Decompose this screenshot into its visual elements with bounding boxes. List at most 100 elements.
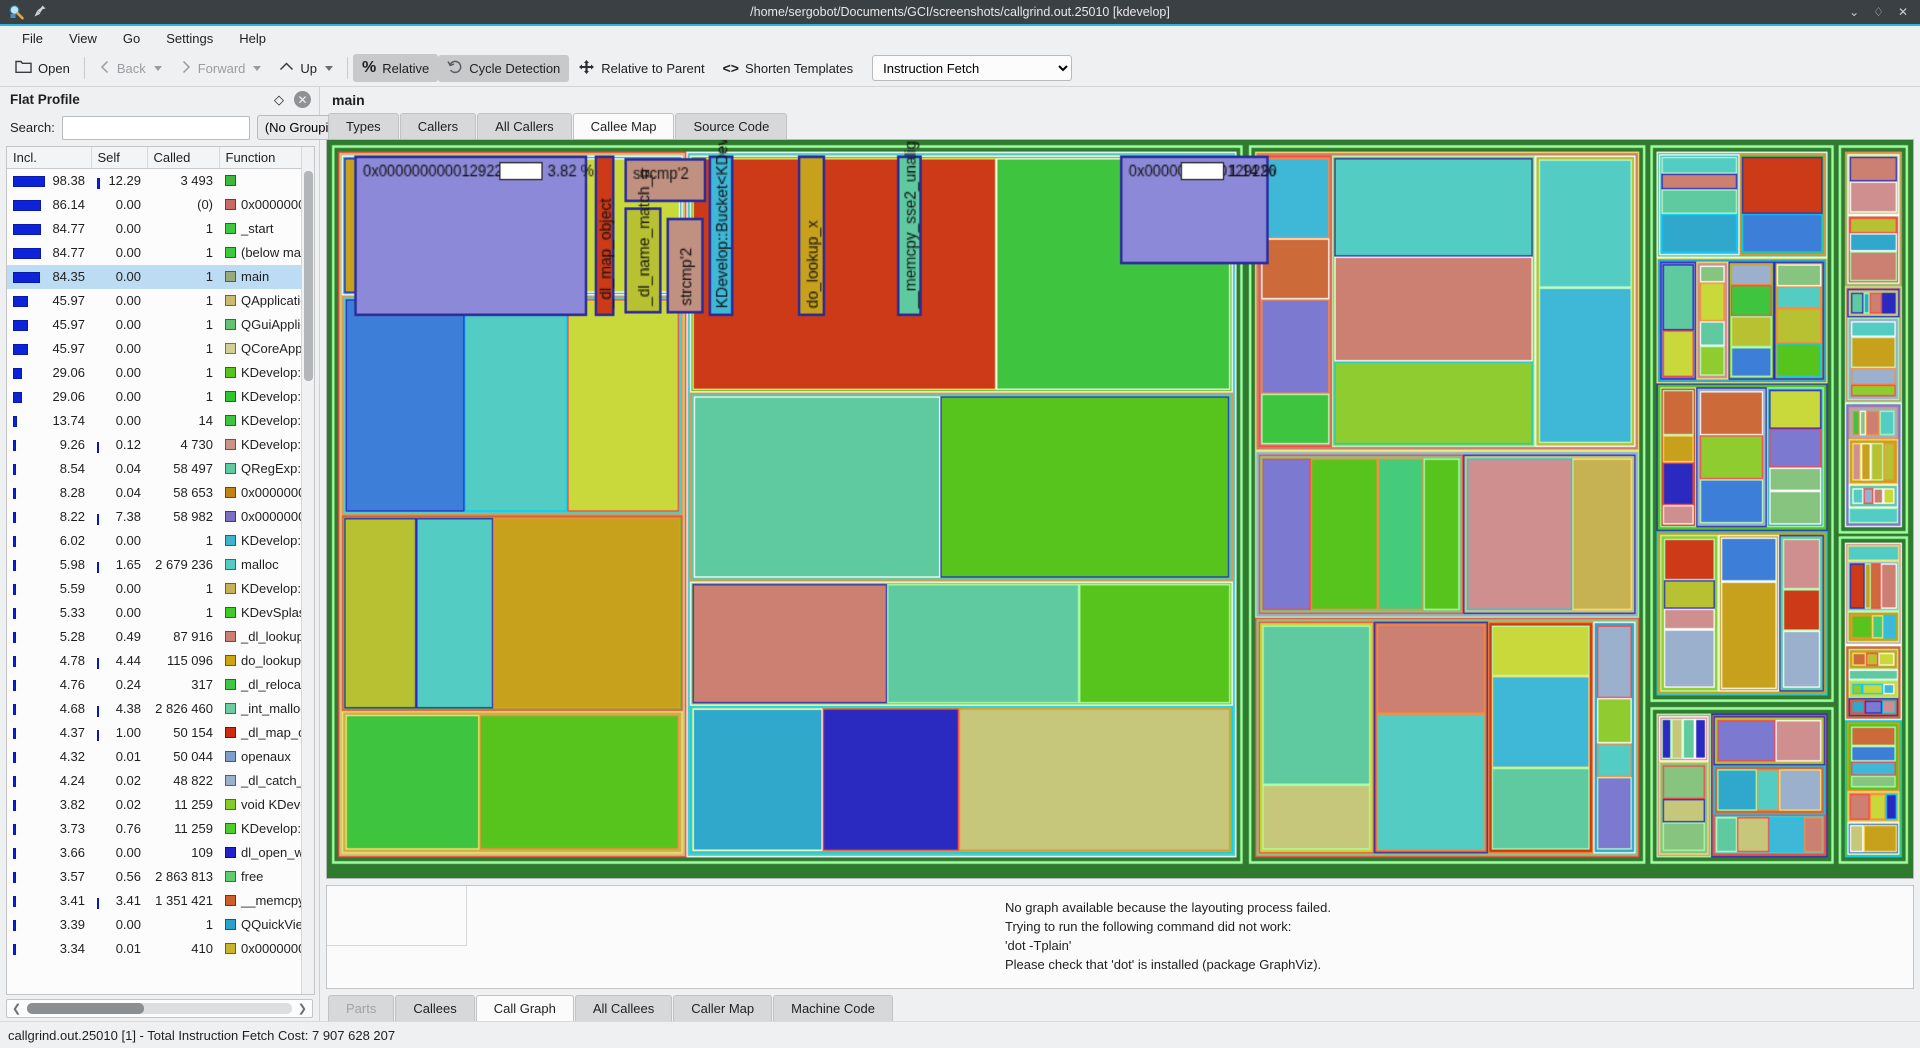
cell-function: void KDeve: [219, 793, 314, 817]
treemap-canvas[interactable]: [327, 140, 1913, 878]
table-row[interactable]: 29.060.001KDevelop::: [7, 361, 314, 385]
column-header-incl[interactable]: Incl.: [7, 147, 91, 169]
tab-callers[interactable]: Callers: [400, 113, 476, 139]
tab-callee-map[interactable]: Callee Map: [573, 113, 675, 139]
chevron-right-icon[interactable]: ❯: [295, 1002, 310, 1015]
table-row[interactable]: 8.280.0458 6530x0000000: [7, 481, 314, 505]
chevron-left-icon[interactable]: ❮: [9, 1002, 24, 1015]
main-content: Flat Profile ◇ ✕ Search: (No Grouping) I…: [0, 87, 1920, 1021]
table-row[interactable]: 9.260.124 730KDevelop::: [7, 433, 314, 457]
cell-called: 1: [147, 361, 219, 385]
column-header-called[interactable]: Called: [147, 147, 219, 169]
table-row[interactable]: 3.820.0211 259void KDeve: [7, 793, 314, 817]
tab-callees[interactable]: Callees: [395, 995, 474, 1021]
table-row[interactable]: 98.3812.293 493: [7, 169, 314, 193]
menu-help[interactable]: Help: [226, 28, 279, 49]
cell-incl: 3.66: [7, 841, 91, 865]
table-row[interactable]: 3.390.001QQuickView: [7, 913, 314, 937]
table-row[interactable]: 4.371.0050 154_dl_map_o: [7, 721, 314, 745]
table-vertical-scrollbar[interactable]: [301, 147, 314, 994]
pin-icon[interactable]: [33, 4, 47, 21]
undo-arrow-icon: [447, 60, 463, 77]
table-row[interactable]: 5.280.4987 916_dl_lookup: [7, 625, 314, 649]
tab-all-callees[interactable]: All Callees: [575, 995, 672, 1021]
table-row[interactable]: 13.740.0014KDevelop::: [7, 409, 314, 433]
table-row[interactable]: 84.770.001_start: [7, 217, 314, 241]
search-input[interactable]: [62, 116, 250, 140]
table-row[interactable]: 45.970.001QGuiApplic: [7, 313, 314, 337]
function-name: void KDeve: [241, 797, 307, 812]
close-icon[interactable]: ✕: [294, 91, 311, 108]
tab-parts[interactable]: Parts: [328, 995, 394, 1021]
menu-view[interactable]: View: [56, 28, 110, 49]
table-row[interactable]: 84.350.001main: [7, 265, 314, 289]
table-row[interactable]: 8.540.0458 497QRegExp::: [7, 457, 314, 481]
table-row[interactable]: 6.020.001KDevelop::: [7, 529, 314, 553]
table-row[interactable]: 5.981.652 679 236malloc: [7, 553, 314, 577]
back-button[interactable]: Back: [90, 55, 171, 82]
open-button[interactable]: Open: [6, 54, 79, 82]
forward-button[interactable]: Forward: [171, 55, 271, 82]
tab-source-code[interactable]: Source Code: [675, 113, 787, 139]
menu-go[interactable]: Go: [110, 28, 153, 49]
table-row[interactable]: 8.227.3858 9820x0000000: [7, 505, 314, 529]
scrollbar-thumb[interactable]: [304, 171, 313, 381]
table-row[interactable]: 3.570.562 863 813free: [7, 865, 314, 889]
undock-icon[interactable]: ◇: [274, 92, 284, 108]
color-swatch-icon: [225, 703, 236, 714]
hscroll-track[interactable]: [27, 1003, 292, 1014]
chevron-down-icon[interactable]: [325, 66, 333, 71]
color-swatch-icon: [225, 631, 236, 642]
relative-toggle[interactable]: % Relative: [353, 54, 438, 82]
column-header-self[interactable]: Self: [91, 147, 147, 169]
table-row[interactable]: 5.330.001KDevSplash: [7, 601, 314, 625]
table-row[interactable]: 3.340.014100x0000000: [7, 937, 314, 961]
table-row[interactable]: 45.970.001QCoreAppl: [7, 337, 314, 361]
tab-machine-code[interactable]: Machine Code: [773, 995, 893, 1021]
tab-all-callers[interactable]: All Callers: [477, 113, 572, 139]
cell-function: _dl_relocat: [219, 673, 314, 697]
close-icon[interactable]: ✕: [1898, 6, 1908, 18]
graph-error-message: No graph available because the layouting…: [467, 886, 1913, 988]
menu-settings[interactable]: Settings: [153, 28, 226, 49]
table-row[interactable]: 4.784.44115 096do_lookup: [7, 649, 314, 673]
relative-to-parent-toggle[interactable]: Relative to Parent: [569, 54, 713, 83]
table-row[interactable]: 86.140.00(0)0x0000000: [7, 193, 314, 217]
cell-called: 1: [147, 529, 219, 553]
hscroll-thumb[interactable]: [27, 1003, 143, 1014]
table-horizontal-scrollbar[interactable]: ❮ ❯: [6, 999, 313, 1018]
table-row[interactable]: 5.590.001KDevelop::: [7, 577, 314, 601]
shorten-templates-toggle[interactable]: <> Shorten Templates: [714, 55, 863, 81]
tab-call-graph[interactable]: Call Graph: [476, 995, 574, 1021]
color-swatch-icon: [225, 823, 236, 834]
callee-map[interactable]: [326, 139, 1914, 879]
column-header-function[interactable]: Function: [219, 147, 314, 169]
cell-called: 1: [147, 385, 219, 409]
table-row[interactable]: 4.760.24317_dl_relocat: [7, 673, 314, 697]
chevron-down-icon[interactable]: [253, 66, 261, 71]
tab-types[interactable]: Types: [328, 113, 399, 139]
up-button[interactable]: Up: [270, 55, 342, 82]
table-row[interactable]: 4.240.0248 822_dl_catch_e: [7, 769, 314, 793]
table-row[interactable]: 29.060.001KDevelop::: [7, 385, 314, 409]
table-row[interactable]: 4.320.0150 044openaux: [7, 745, 314, 769]
table-row[interactable]: 4.684.382 826 460_int_malloc: [7, 697, 314, 721]
cycle-detection-toggle[interactable]: Cycle Detection: [438, 55, 569, 82]
table-row[interactable]: 3.660.00109dl_open_w: [7, 841, 314, 865]
cell-function: QQuickView: [219, 913, 314, 937]
color-swatch-icon: [225, 775, 236, 786]
table-row[interactable]: 3.730.7611 259KDevelop::: [7, 817, 314, 841]
cell-incl: 9.26: [7, 433, 91, 457]
event-type-select[interactable]: Instruction Fetch: [872, 55, 1072, 81]
table-row[interactable]: 3.413.411 351 421__memcpy: [7, 889, 314, 913]
table-row[interactable]: 84.770.001(below mai: [7, 241, 314, 265]
cell-incl: 3.82: [7, 793, 91, 817]
maximize-icon[interactable]: ♢: [1873, 6, 1884, 18]
cell-self: 0.00: [91, 385, 147, 409]
chevron-down-icon[interactable]: [154, 66, 162, 71]
minimize-icon[interactable]: ⌄: [1849, 6, 1859, 18]
table-row[interactable]: 45.970.001QApplicatio: [7, 289, 314, 313]
cell-incl: 8.54: [7, 457, 91, 481]
tab-caller-map[interactable]: Caller Map: [673, 995, 772, 1021]
menu-file[interactable]: File: [9, 28, 56, 49]
